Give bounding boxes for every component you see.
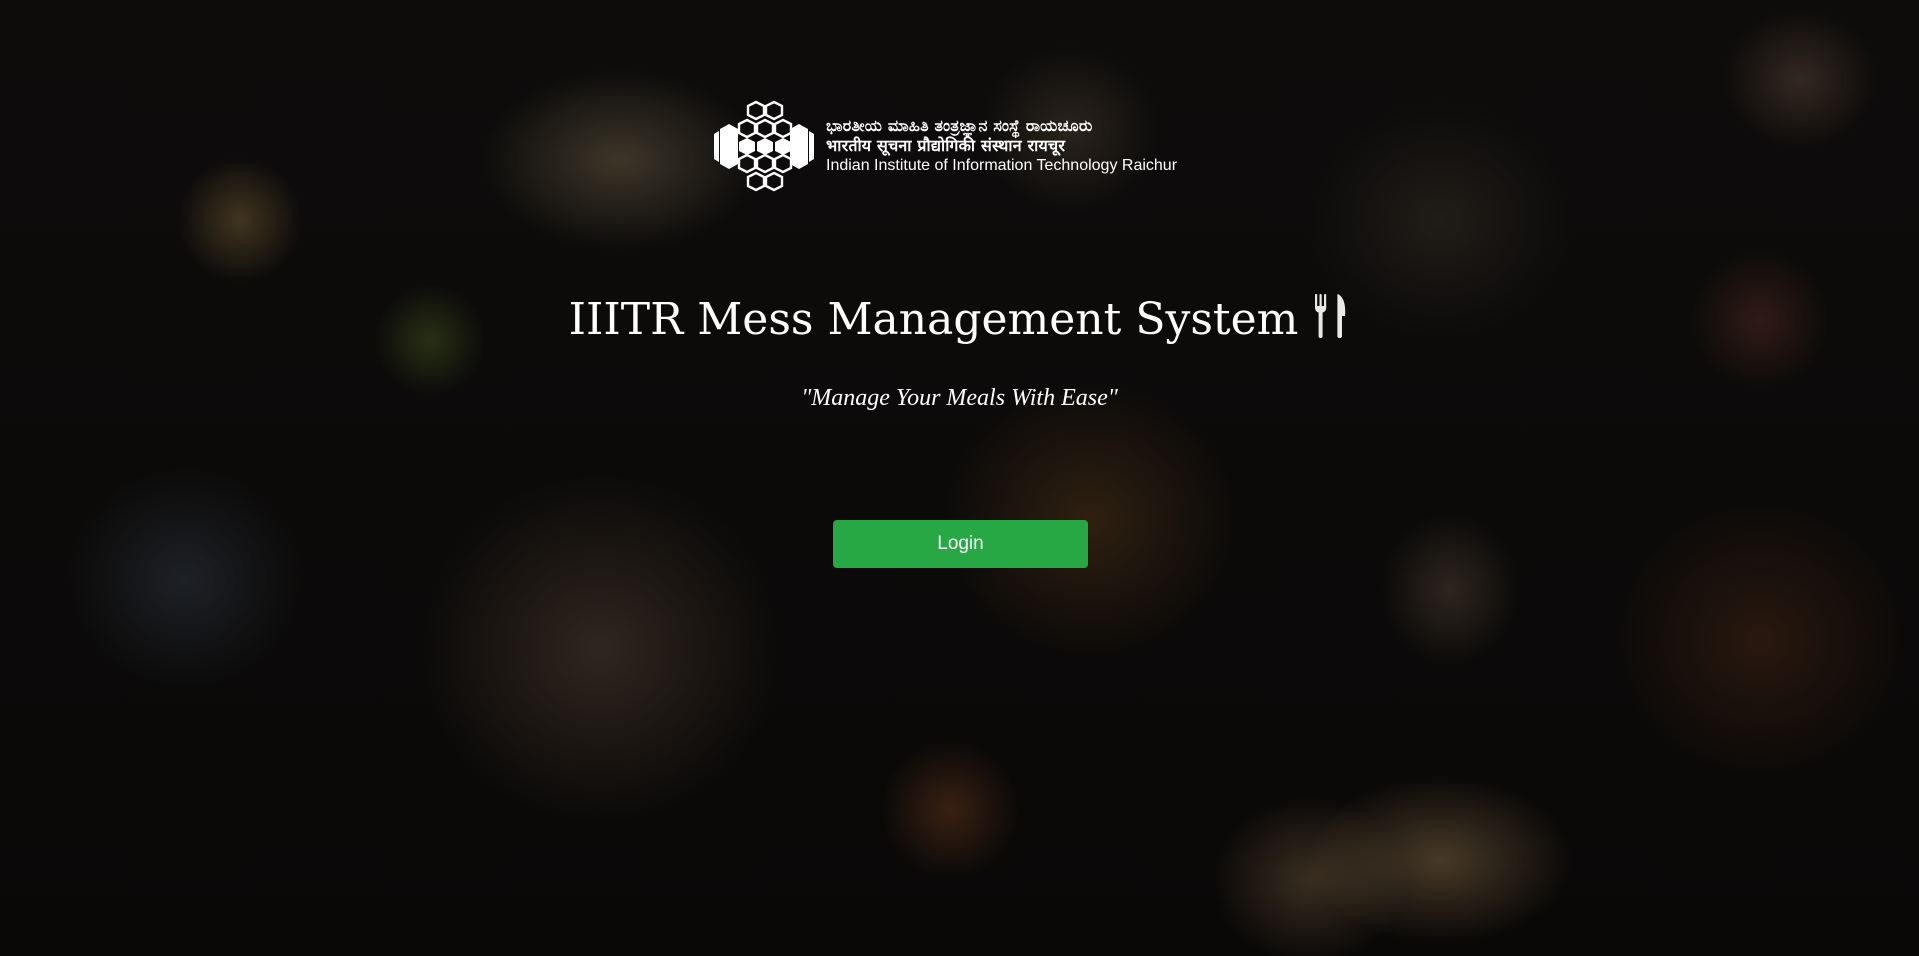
fork-knife-icon [1315, 294, 1346, 338]
institute-name-block: ಭಾರತೀಯ ಮಾಹಿತಿ ತಂತ್ರಜ್ಞಾನ ಸಂಸ್ಥೆ ರಾಯಚೂರು … [826, 116, 1177, 176]
institute-name-hindi: भारतीय सूचना प्रौद्योगिकी संस्थान रायचूर [826, 136, 1066, 155]
page-title-text: IIITR Mess Management System [568, 294, 1299, 345]
institute-logo: ಭಾರತೀಯ ಮಾಹಿತಿ ತಂತ್ರಜ್ಞಾನ ಸಂಸ್ಥೆ ರಾಯಚೂರು … [712, 100, 1177, 192]
landing-page: ಭಾರತೀಯ ಮಾಹಿತಿ ತಂತ್ರಜ್ಞಾನ ಸಂಸ್ಥೆ ರಾಯಚೂರು … [0, 0, 1919, 956]
tagline: "Manage Your Meals With Ease" [801, 385, 1118, 411]
hero-content: ಭಾರತೀಯ ಮಾಹಿತಿ ತಂತ್ರಜ್ಞಾನ ಸಂಸ್ಥೆ ರಾಯಚೂರು … [0, 0, 1919, 956]
institute-name-english: Indian Institute of Information Technolo… [826, 157, 1178, 174]
login-button[interactable]: Login [833, 520, 1088, 568]
institute-name-kannada: ಭಾರತೀಯ ಮಾಹಿತಿ ತಂತ್ರಜ್ಞಾನ ಸಂಸ್ಥೆ ರಾಯಚೂರು [826, 116, 1093, 135]
hexagon-network-logo-icon [714, 100, 814, 192]
page-title: IIITR Mess Management System [0, 292, 1919, 345]
